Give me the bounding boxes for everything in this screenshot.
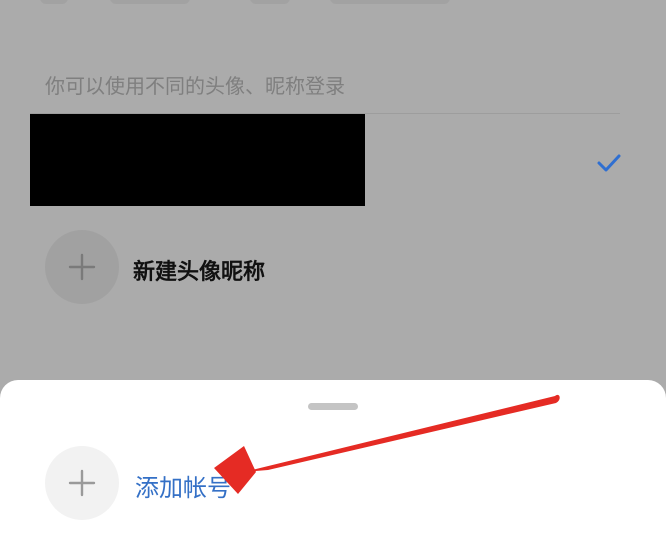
new-profile-label: 新建头像昵称 (133, 260, 266, 285)
truncated-header-text (40, 0, 460, 6)
add-account-row[interactable]: 添加帐号 (45, 446, 345, 520)
new-profile-row[interactable]: 新建头像昵称 (45, 230, 445, 304)
add-account-label: 添加帐号 (135, 474, 231, 502)
sheet-drag-handle[interactable] (308, 403, 358, 410)
account-row-selected[interactable] (30, 114, 630, 206)
plus-icon (68, 253, 96, 281)
check-icon (597, 154, 621, 172)
plus-icon (68, 469, 96, 497)
add-account-plus-button[interactable] (45, 446, 119, 520)
new-profile-plus-button[interactable] (45, 230, 119, 304)
bottom-sheet: 添加帐号 (0, 380, 666, 536)
login-hint-text: 你可以使用不同的头像、昵称登录 (45, 74, 345, 98)
redacted-account-info (30, 114, 365, 206)
